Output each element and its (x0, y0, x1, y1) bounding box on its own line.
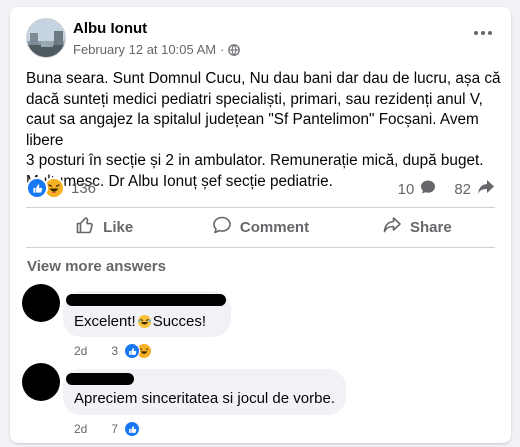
comment-reaction-count[interactable]: 3 (111, 344, 118, 358)
post-meta: February 12 at 10:05 AM · (73, 42, 241, 57)
comment-reactions[interactable] (124, 343, 153, 359)
comment-avatar[interactable] (22, 363, 60, 401)
comment-label: Comment (239, 218, 310, 236)
post-body-text: Buna seara. Sunt Domnul Cucu, Nu dau ban… (26, 70, 501, 190)
reactions-divider (26, 207, 495, 208)
like-reaction-icon[interactable] (124, 421, 141, 437)
share-count[interactable]: 82 (454, 181, 471, 198)
more-options-icon[interactable] (471, 25, 495, 41)
post-card: Albu Ionut February 12 at 10:05 AM · Bun… (10, 7, 511, 443)
comment-reaction-count[interactable]: 7 (111, 422, 118, 436)
reaction-count: 136 (71, 179, 97, 197)
redacted-commenter-name (66, 294, 226, 306)
redacted-commenter-name (66, 373, 134, 385)
post-author-name[interactable]: Albu Ionut (73, 20, 147, 37)
author-avatar[interactable] (26, 18, 66, 58)
share-label: Share (409, 218, 452, 236)
comment-text-end: Succes! (152, 313, 207, 330)
comment-count-icon (420, 179, 436, 199)
comment-meta: 2d 3 (74, 343, 153, 359)
share-count-icon (477, 179, 495, 199)
comment-button[interactable]: Comment (182, 210, 338, 244)
comment-time[interactable]: 2d (74, 344, 87, 358)
share-icon (382, 215, 402, 239)
meta-separator: · (220, 42, 225, 57)
actions-divider (26, 247, 495, 248)
like-button[interactable]: Like (26, 210, 182, 244)
share-button[interactable]: Share (339, 210, 495, 244)
like-reaction-icon (26, 177, 48, 199)
view-more-answers-link[interactable]: View more answers (27, 258, 166, 275)
post-action-bar: Like Comment Share (26, 210, 495, 244)
post-timestamp[interactable]: February 12 at 10:05 AM (73, 42, 216, 57)
comment-time[interactable]: 2d (74, 422, 87, 436)
comment-icon (212, 215, 232, 239)
thumbs-up-icon (75, 215, 95, 239)
comment-meta: 2d 7 (74, 421, 141, 437)
comment-text: Excelent! Succes! (74, 313, 206, 330)
globe-icon[interactable] (228, 43, 241, 56)
comment-count[interactable]: 10 (398, 181, 415, 198)
like-reaction-icon (124, 343, 141, 359)
reactions-summary[interactable]: 136 (26, 177, 96, 199)
engagement-counts: 10 82 (398, 179, 495, 199)
laughing-emoji-icon (137, 314, 152, 329)
comment-text: Apreciem sinceritatea si jocul de vorbe. (74, 390, 335, 407)
comment-avatar[interactable] (22, 284, 60, 322)
like-label: Like (103, 218, 134, 236)
comment-text-start: Excelent! (74, 313, 136, 330)
